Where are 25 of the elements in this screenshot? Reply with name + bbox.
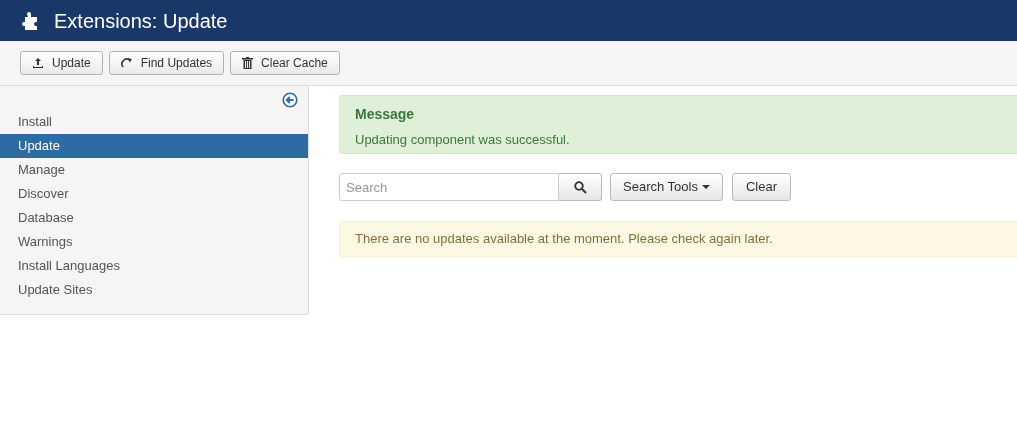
message-text: Updating component was successful. [355,131,571,149]
trash-icon [242,57,254,69]
clear-button[interactable]: Clear [731,173,791,201]
search-field[interactable]: Search [339,173,559,201]
upload-icon [32,57,44,69]
sidebar-item[interactable]: Install Languages [0,254,308,278]
search-button[interactable] [559,173,602,201]
search-icon [573,180,587,194]
sidebar-item[interactable]: Warnings [0,230,308,254]
sidebar-item[interactable]: Update Sites [0,278,308,302]
sidebar-item[interactable]: Manage [0,158,308,182]
search-tools-button[interactable]: Search Tools [610,173,723,201]
caret-icon [701,185,710,189]
sidebar-item[interactable]: Database [0,206,308,230]
toolbar-button[interactable]: Clear Cache [230,51,340,75]
sidebar-item[interactable]: Discover [0,182,308,206]
page-title: Extensions: Update [54,8,228,34]
info-notice: There are no updates available at the moment. Please check again later. [339,221,1017,257]
sidebar-item[interactable]: Install [0,110,308,134]
toolbar-button[interactable]: Find Updates [108,51,225,75]
toolbar-button[interactable]: Update [20,51,103,75]
puzzle-icon [20,10,40,31]
refresh-icon [120,57,133,69]
message-heading: Message [355,105,416,124]
sidebar-item[interactable]: Update [0,134,308,158]
